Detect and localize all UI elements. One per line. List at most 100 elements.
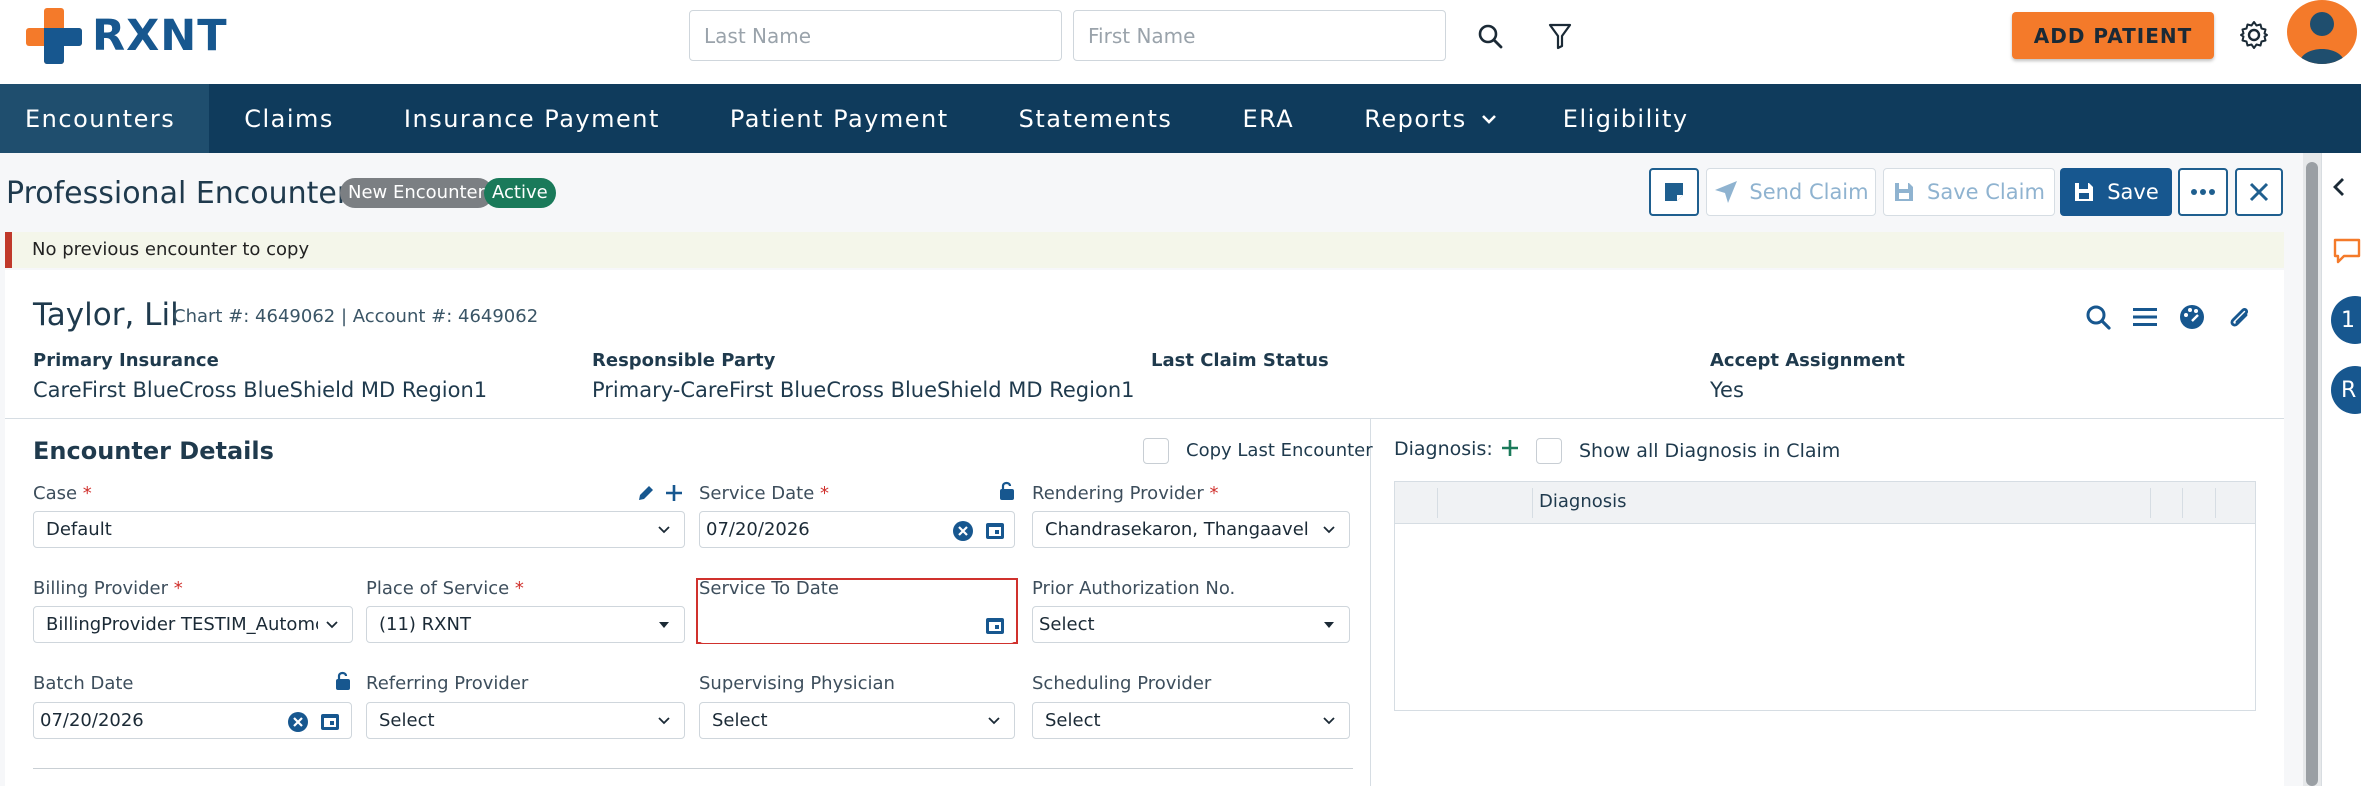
alert-banner: No previous encounter to copy (5, 232, 2284, 268)
service-to-date-label: Service To Date (699, 578, 839, 599)
referring-provider-select[interactable]: Select (366, 702, 685, 739)
primary-insurance-label: Primary Insurance (33, 350, 219, 371)
billing-provider-label: Billing Provider * (33, 578, 183, 599)
case-select[interactable]: Default (33, 511, 685, 548)
required-mark: * (82, 483, 92, 504)
case-label-text: Case (33, 483, 78, 504)
prior-authorization-label: Prior Authorization No. (1032, 578, 1236, 599)
list-icon[interactable] (2128, 300, 2162, 334)
dashboard-icon[interactable] (2175, 300, 2209, 334)
required-mark: * (1209, 483, 1219, 504)
save-button[interactable]: Save (2060, 168, 2172, 216)
billing-provider-value: BillingProvider TESTIM_Automc (46, 614, 318, 635)
accept-assignment-label: Accept Assignment (1710, 350, 1905, 371)
copy-last-encounter-label: Copy Last Encounter (1186, 440, 1373, 461)
show-all-diagnosis-checkbox[interactable] (1536, 438, 1562, 464)
user-avatar[interactable] (2287, 0, 2357, 64)
floppy-disk-icon (1895, 183, 1914, 201)
top-bar: RXNT ADD PATIENT (0, 0, 2361, 84)
save-label: Save (2107, 180, 2159, 204)
column-divider (1370, 419, 1371, 786)
more-options-button[interactable] (2178, 168, 2228, 216)
batch-date-input[interactable]: 07/20/2026 (33, 702, 352, 739)
service-date-input[interactable]: 07/20/2026 (699, 511, 1015, 548)
save-claim-label: Save Claim (1927, 180, 2045, 204)
nav-item-era[interactable]: ERA (1207, 84, 1329, 153)
nav-item-insurance-payment[interactable]: Insurance Payment (369, 84, 695, 153)
unlock-icon[interactable] (334, 671, 352, 691)
nav-item-encounters[interactable]: Encounters (0, 84, 210, 153)
last-name-search-input[interactable] (689, 10, 1062, 61)
add-diagnosis-plus-icon[interactable] (1500, 438, 1520, 458)
billing-provider-select[interactable]: BillingProvider TESTIM_Automc (33, 606, 353, 643)
batch-date-value: 07/20/2026 (40, 710, 144, 731)
case-value: Default (46, 519, 112, 540)
add-patient-button[interactable]: ADD PATIENT (2012, 12, 2214, 59)
section-divider (5, 418, 2284, 419)
batch-date-label: Batch Date (33, 673, 134, 694)
paperclip-icon[interactable] (2222, 300, 2256, 334)
calendar-icon[interactable] (320, 711, 340, 731)
nav-item-eligibility[interactable]: Eligibility (1515, 84, 1724, 153)
nav-item-patient-payment[interactable]: Patient Payment (695, 84, 984, 153)
status-badge: Active (484, 178, 556, 208)
required-mark: * (173, 578, 183, 599)
scrollbar-thumb[interactable] (2306, 162, 2318, 786)
save-claim-button[interactable]: Save Claim (1883, 168, 2055, 216)
clear-icon[interactable] (287, 711, 309, 733)
place-of-service-select[interactable]: (11) RXNT (366, 606, 685, 643)
rendering-provider-select[interactable]: Chandrasekaron, Thangaavel (1032, 511, 1350, 548)
search-icon[interactable] (1470, 16, 1510, 56)
logo-cross-icon (26, 8, 84, 64)
close-button[interactable] (2235, 168, 2283, 216)
service-date-value: 07/20/2026 (706, 519, 810, 540)
chat-icon[interactable] (2332, 236, 2361, 266)
send-icon (1715, 181, 1738, 203)
calendar-icon[interactable] (985, 520, 1005, 540)
show-all-diagnosis-label: Show all Diagnosis in Claim (1579, 440, 1841, 462)
rxnt-logo[interactable]: RXNT (26, 8, 228, 64)
chevron-down-icon (988, 717, 1000, 725)
scheduling-provider-select[interactable]: Select (1032, 702, 1350, 739)
patient-search-icon[interactable] (2081, 300, 2115, 334)
nav-item-reports[interactable]: Reports (1329, 84, 1515, 153)
note-button[interactable] (1649, 168, 1699, 216)
new-encounter-badge: New Encounter (340, 178, 494, 208)
clear-icon[interactable] (952, 520, 974, 542)
send-claim-button[interactable]: Send Claim (1706, 168, 1876, 216)
caret-down-icon (659, 622, 669, 628)
accept-assignment-value: Yes (1710, 378, 1744, 402)
calendar-icon[interactable] (985, 615, 1005, 635)
unlock-icon[interactable] (998, 481, 1016, 501)
diagnosis-column-header[interactable]: Diagnosis (1539, 491, 1627, 512)
floppy-disk-icon (2075, 183, 2094, 201)
scheduling-provider-value: Select (1045, 710, 1101, 731)
chevron-down-icon (658, 526, 670, 534)
caret-down-icon (1324, 622, 1334, 628)
prior-authorization-value: Select (1039, 614, 1095, 635)
chevron-down-icon (1481, 114, 1496, 124)
referring-provider-label: Referring Provider (366, 673, 529, 694)
service-to-date-input[interactable] (699, 606, 1015, 643)
nav-item-claims[interactable]: Claims (209, 84, 369, 153)
supervising-physician-select[interactable]: Select (699, 702, 1015, 739)
pencil-icon[interactable] (636, 483, 656, 503)
column-separator (2182, 488, 2183, 518)
plus-icon[interactable] (664, 483, 684, 503)
column-separator (1437, 488, 1438, 518)
copy-last-encounter-checkbox[interactable] (1143, 438, 1169, 464)
chevron-down-icon (1323, 717, 1335, 725)
chevron-left-icon[interactable] (2332, 177, 2346, 197)
nav-item-statements[interactable]: Statements (984, 84, 1208, 153)
required-mark: * (820, 483, 830, 504)
primary-insurance-value: CareFirst BlueCross BlueShield MD Region… (33, 378, 488, 402)
place-of-service-value: (11) RXNT (379, 614, 471, 635)
gear-icon[interactable] (2234, 15, 2274, 55)
first-name-search-input[interactable] (1073, 10, 1446, 61)
diagnosis-table-header: Diagnosis (1395, 482, 2255, 524)
column-separator (1532, 488, 1533, 518)
responsible-party-label: Responsible Party (592, 350, 776, 371)
supervising-physician-label: Supervising Physician (699, 673, 895, 694)
filter-icon[interactable] (1540, 16, 1580, 56)
prior-authorization-select[interactable]: Select (1032, 606, 1350, 643)
